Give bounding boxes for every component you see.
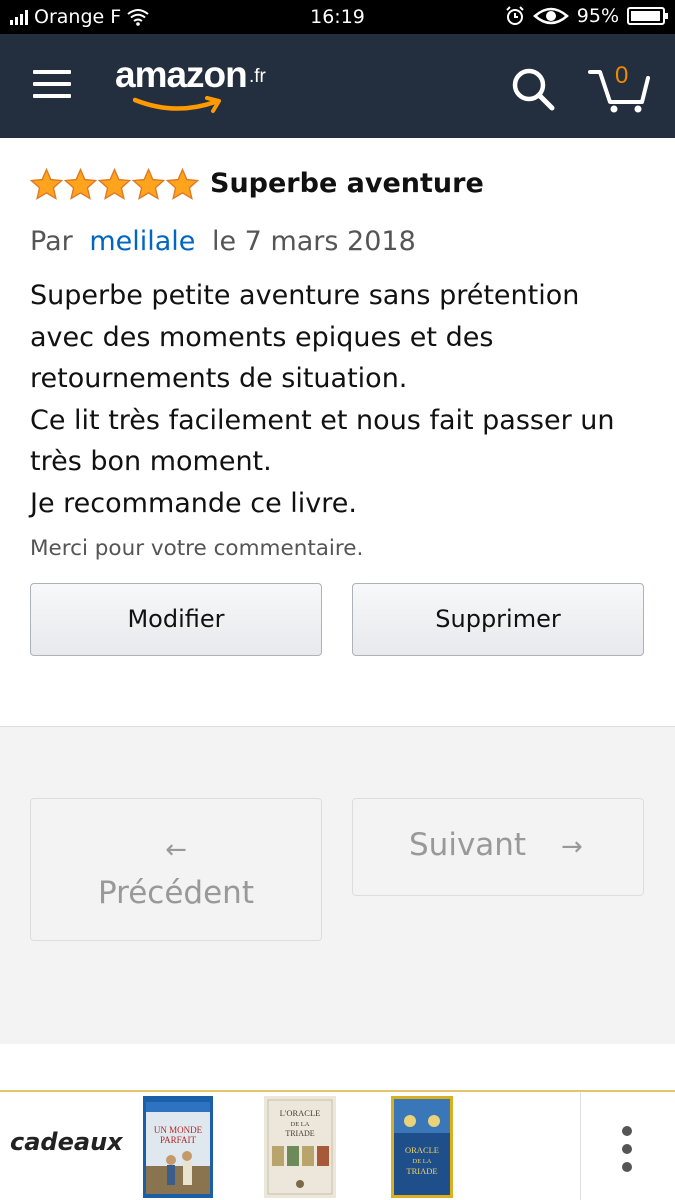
svg-text:TRIADE: TRIADE — [285, 1129, 314, 1138]
review-line: avec des moments epiques et des — [30, 321, 494, 353]
cart-button[interactable]: 0 — [588, 62, 652, 114]
next-button[interactable]: Suivant → — [352, 798, 644, 896]
book-cover-image: ORACLE DE LA TRIADE — [394, 1099, 450, 1195]
review-navigation: ← Précédent Suivant → — [0, 726, 675, 1044]
review-line: retournements de situation. — [30, 363, 408, 394]
star-icon — [64, 168, 97, 200]
previous-button[interactable]: ← Précédent — [30, 798, 322, 941]
status-bar: Orange F 16:19 95% — [0, 0, 675, 34]
svg-text:TRIADE: TRIADE — [406, 1166, 437, 1176]
alarm-icon — [506, 6, 524, 25]
svg-text:UN MONDE: UN MONDE — [154, 1125, 203, 1135]
star-icon — [132, 168, 165, 200]
thanks-message: Merci pour votre commentaire. — [30, 536, 364, 561]
review-line: Ce lit très facilement et nous fait pass… — [30, 404, 615, 436]
review-line: Superbe petite aventure sans prétention — [30, 280, 580, 311]
svg-text:DE LA: DE LA — [413, 1158, 432, 1165]
author-link[interactable]: melilale — [89, 226, 195, 257]
product-thumbnail[interactable]: UN MONDE PARFAIT — [143, 1096, 213, 1198]
review-card: Superbe aventure Par melilale le 7 mars … — [0, 138, 675, 726]
star-icon — [98, 168, 131, 200]
svg-text:DE LA: DE LA — [291, 1121, 310, 1128]
review-date: le 7 mars 2018 — [211, 226, 416, 257]
star-icon — [166, 168, 199, 200]
battery-percent: 95% — [576, 5, 619, 27]
product-thumbnail[interactable]: L'ORACLE DE LA TRIADE — [264, 1096, 336, 1198]
svg-text:L'ORACLE: L'ORACLE — [280, 1108, 321, 1118]
delete-button[interactable]: Supprimer — [352, 583, 644, 656]
movie-cover-image: UN MONDE PARFAIT — [143, 1096, 213, 1198]
product-thumbnail[interactable]: ORACLE DE LA TRIADE — [391, 1096, 453, 1198]
previous-label: Précédent — [98, 875, 254, 911]
battery-icon — [627, 7, 668, 25]
cart-count: 0 — [615, 62, 629, 89]
arrow-left-icon: ← — [165, 835, 187, 865]
arrow-right-icon: → — [561, 832, 583, 862]
logo-tld: .fr — [249, 66, 266, 87]
battery-fill — [631, 11, 660, 21]
by-prefix: Par — [30, 226, 73, 257]
svg-text:PARFAIT: PARFAIT — [160, 1135, 197, 1145]
review-line: très bon moment. — [30, 446, 272, 477]
modify-button[interactable]: Modifier — [30, 583, 322, 656]
more-vertical-icon[interactable] — [580, 1092, 675, 1200]
review-byline: Par melilale le 7 mars 2018 — [30, 226, 416, 257]
star-icon — [30, 168, 63, 200]
eye-icon — [532, 7, 569, 25]
review-line: Je recommande ce livre. — [30, 487, 357, 519]
logo-wordmark: amazon — [115, 54, 248, 95]
status-right: 95% — [505, 5, 668, 27]
hamburger-icon[interactable] — [33, 70, 71, 100]
search-icon[interactable] — [510, 66, 556, 112]
gift-carousel: cadeaux UN MONDE PARFAIT L'ORACLE DE LA … — [0, 1090, 675, 1200]
review-body: Superbe petite aventure sans prétention … — [30, 275, 655, 524]
app-header: amazon .fr 0 — [0, 34, 675, 138]
review-title: Superbe aventure — [210, 168, 484, 199]
next-label: Suivant — [409, 827, 527, 863]
star-rating — [30, 168, 199, 200]
book-cover-image: L'ORACLE DE LA TRIADE — [264, 1096, 336, 1198]
amazon-logo[interactable]: amazon .fr — [115, 54, 285, 124]
svg-text:ORACLE: ORACLE — [405, 1145, 439, 1155]
smile-arrow-icon — [133, 96, 221, 113]
carousel-label: cadeaux — [10, 1128, 123, 1156]
